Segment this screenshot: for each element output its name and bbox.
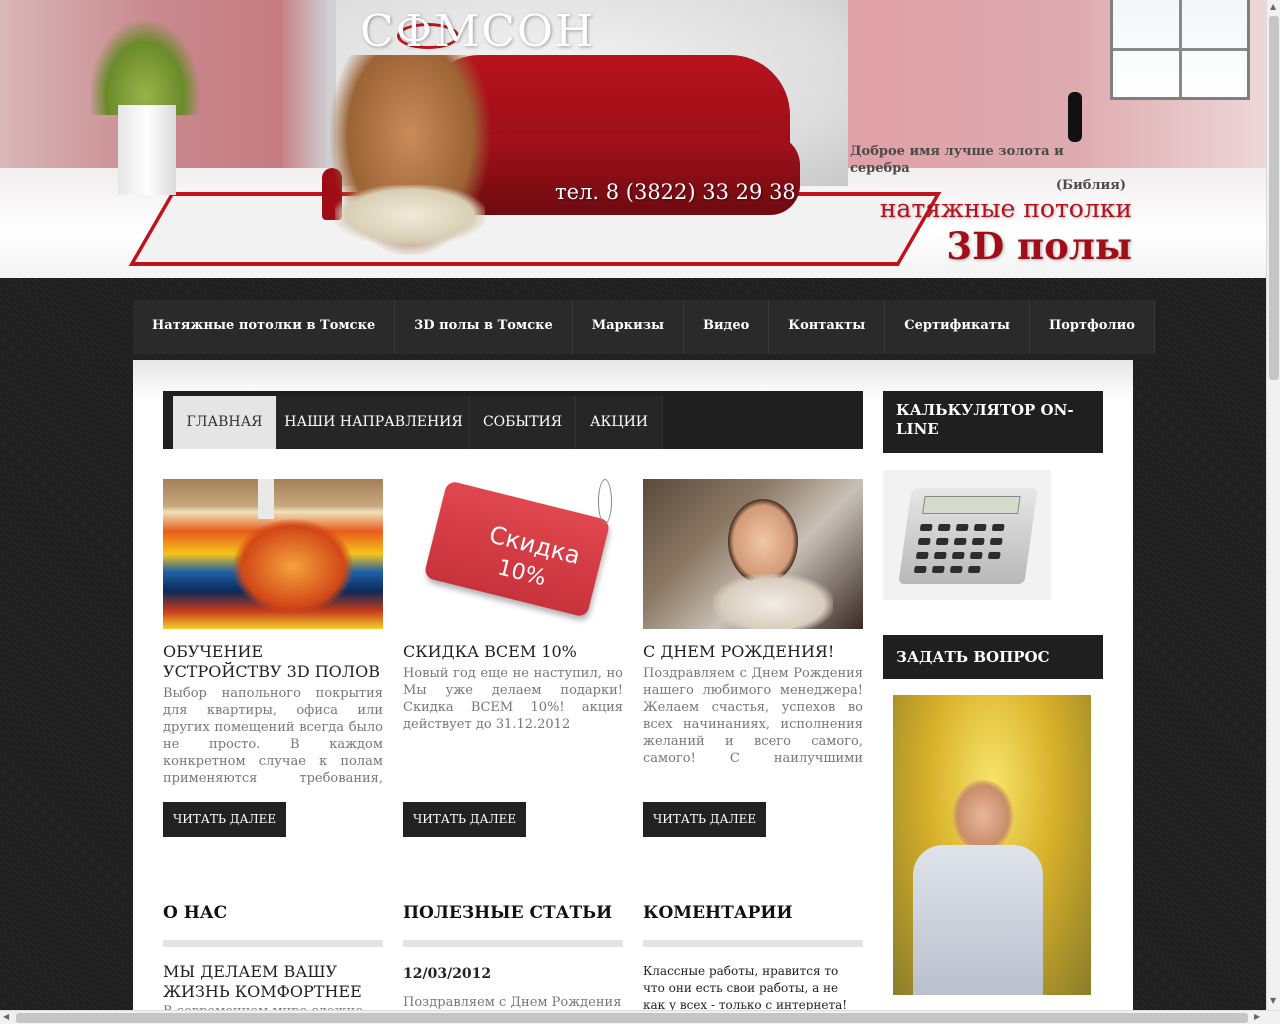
card-text: Поздравляем с Днем Рождения нашего любим… <box>643 666 863 769</box>
manager-photo[interactable] <box>893 695 1091 995</box>
calculator-key <box>949 566 963 573</box>
nav-item-video[interactable]: Видео <box>684 300 770 354</box>
calculator-key <box>973 524 987 531</box>
scroll-down-arrow-icon[interactable]: ▼ <box>1270 996 1276 1005</box>
manager-face <box>953 780 1013 852</box>
about-divider <box>163 940 383 947</box>
about-subheading[interactable]: МЫ ДЕЛАЕМ ВАШУ ЖИЗНЬ КОМФОРТНЕЕ <box>163 962 383 1002</box>
calculator-key <box>913 566 927 573</box>
about-heading: О НАС <box>163 903 228 923</box>
tag-string <box>598 479 612 524</box>
nav-item-portfolio[interactable]: Портфолио <box>1029 300 1155 354</box>
nav-item-3d-floors-tomsk[interactable]: 3D полы в Томске <box>395 300 573 354</box>
top-navigation: Натяжные потолки в Томске 3D полы в Томс… <box>133 300 1155 354</box>
header-phone: тел. 8 (3822) 33 29 38 <box>555 180 796 204</box>
samson-cloth-image <box>335 185 485 245</box>
main-content: ГЛАВНАЯ НАШИ НАПРАВЛЕНИЯ СОБЫТИЯ АКЦИИ О… <box>133 360 1133 1024</box>
horizontal-scrollbar-thumb[interactable] <box>16 1013 1248 1023</box>
calculator-key <box>987 552 1001 559</box>
calculator-key <box>955 524 969 531</box>
scroll-right-arrow-icon[interactable]: ▶ <box>1254 1012 1260 1021</box>
woman-face <box>728 499 798 584</box>
calculator-key <box>931 566 945 573</box>
ask-question-heading[interactable]: ЗАДАТЬ ВОПРОС <box>883 635 1103 679</box>
calculator-image[interactable] <box>883 470 1051 600</box>
calculator-key <box>971 538 985 545</box>
card-title[interactable]: ОБУЧЕНИЕ УСТРОЙСТВУ 3D ПОЛОВ <box>163 642 383 682</box>
card-title[interactable]: С ДНЕМ РОЖДЕНИЯ! <box>643 642 863 662</box>
tab-events[interactable]: СОБЫТИЯ <box>470 396 576 449</box>
calculator-key <box>935 538 949 545</box>
calculator-key <box>969 552 983 559</box>
discount-tag: Скидка 10% <box>423 480 611 618</box>
3d-floor-photo[interactable] <box>163 479 383 629</box>
nav-item-awnings[interactable]: Маркизы <box>572 300 685 354</box>
calculator-key <box>933 552 947 559</box>
articles-heading: ПОЛЕЗНЫЕ СТАТЬИ <box>403 903 613 923</box>
nav-item-contacts[interactable]: Контакты <box>769 300 886 354</box>
scroll-left-arrow-icon[interactable]: ◀ <box>3 1012 9 1021</box>
calculator-key <box>953 538 967 545</box>
comments-divider <box>643 940 863 947</box>
window-image <box>1110 0 1250 100</box>
page-side-right <box>1133 360 1266 1024</box>
quote-text: Доброе имя лучше золота и серебра <box>850 144 1064 176</box>
card-text: Выбор напольного покрытия для квартиры, … <box>163 686 383 789</box>
calculator-key <box>951 552 965 559</box>
card-text: Новый год еще не наступил, но Мы уже дел… <box>403 666 623 732</box>
calculator-heading[interactable]: КАЛЬКУЛЯТОР ON-LINE <box>883 391 1103 453</box>
calculator-screen <box>922 496 1021 514</box>
news-card: ОБУЧЕНИЕ УСТРОЙСТВУ 3D ПОЛОВ Выбор напол… <box>163 479 383 837</box>
news-card: Скидка 10% СКИДКА ВСЕМ 10% Новый год еще… <box>403 479 623 837</box>
site-logo[interactable]: СФМСОН <box>360 6 595 57</box>
article-text[interactable]: Поздравляем с Днем Рождения <box>403 994 623 1011</box>
calculator-key <box>919 524 933 531</box>
calculator-key <box>937 524 951 531</box>
floor-face-art <box>233 519 353 614</box>
calculator-key <box>991 524 1005 531</box>
tagline-ceilings: натяжные потолки <box>879 194 1132 223</box>
tab-directions[interactable]: НАШИ НАПРАВЛЕНИЯ <box>278 396 470 449</box>
card-title[interactable]: СКИДКА ВСЕМ 10% <box>403 642 623 662</box>
news-card: С ДНЕМ РОЖДЕНИЯ! Поздравляем с Днем Рожд… <box>643 479 863 837</box>
birthday-photo[interactable] <box>643 479 863 629</box>
plant-image <box>90 20 200 115</box>
vertical-scrollbar-thumb[interactable] <box>1269 16 1279 380</box>
nav-item-ceilings-tomsk[interactable]: Натяжные потолки в Томске <box>133 300 396 354</box>
plant-pot-image <box>118 105 176 195</box>
comments-heading: КОМЕНТАРИИ <box>643 903 793 923</box>
calculator-key <box>967 566 981 573</box>
read-more-button[interactable]: ЧИТАТЬ ДАЛЕЕ <box>643 802 767 837</box>
fur-collar <box>713 574 833 629</box>
discount-tag-image[interactable]: Скидка 10% <box>403 479 623 629</box>
tab-promotions[interactable]: АКЦИИ <box>576 396 663 449</box>
article-date: 12/03/2012 <box>403 966 492 982</box>
scroll-up-arrow-icon[interactable]: ▲ <box>1270 2 1276 11</box>
tab-main[interactable]: ГЛАВНАЯ <box>173 396 277 449</box>
articles-divider <box>403 940 623 947</box>
read-more-button[interactable]: ЧИТАТЬ ДАЛЕЕ <box>403 802 527 837</box>
black-vase-image <box>1068 92 1082 142</box>
quote-source: (Библия) <box>1055 178 1126 193</box>
tagline-3d-floors: 3D полы <box>946 224 1132 268</box>
header-quote: Доброе имя лучше золота и серебра (Библи… <box>850 143 1126 194</box>
vertical-scrollbar[interactable]: ▲ ▼ <box>1266 0 1280 1010</box>
calculator-key <box>917 538 931 545</box>
nav-item-certificates[interactable]: Сертификаты <box>885 300 1030 354</box>
calculator-key <box>915 552 929 559</box>
calculator-key <box>989 538 1003 545</box>
read-more-button[interactable]: ЧИТАТЬ ДАЛЕЕ <box>163 802 287 837</box>
page-side-left <box>0 360 133 1024</box>
content-tabs: ГЛАВНАЯ НАШИ НАПРАВЛЕНИЯ СОБЫТИЯ АКЦИИ <box>163 391 863 449</box>
header-banner: СФМСОН тел. 8 (3822) 33 29 38 Доброе имя… <box>0 0 1266 278</box>
manager-shirt <box>913 845 1043 995</box>
horizontal-scrollbar[interactable]: ◀ ▶ <box>0 1010 1280 1024</box>
floor-radiator <box>258 479 274 519</box>
calculator-icon <box>898 488 1038 584</box>
